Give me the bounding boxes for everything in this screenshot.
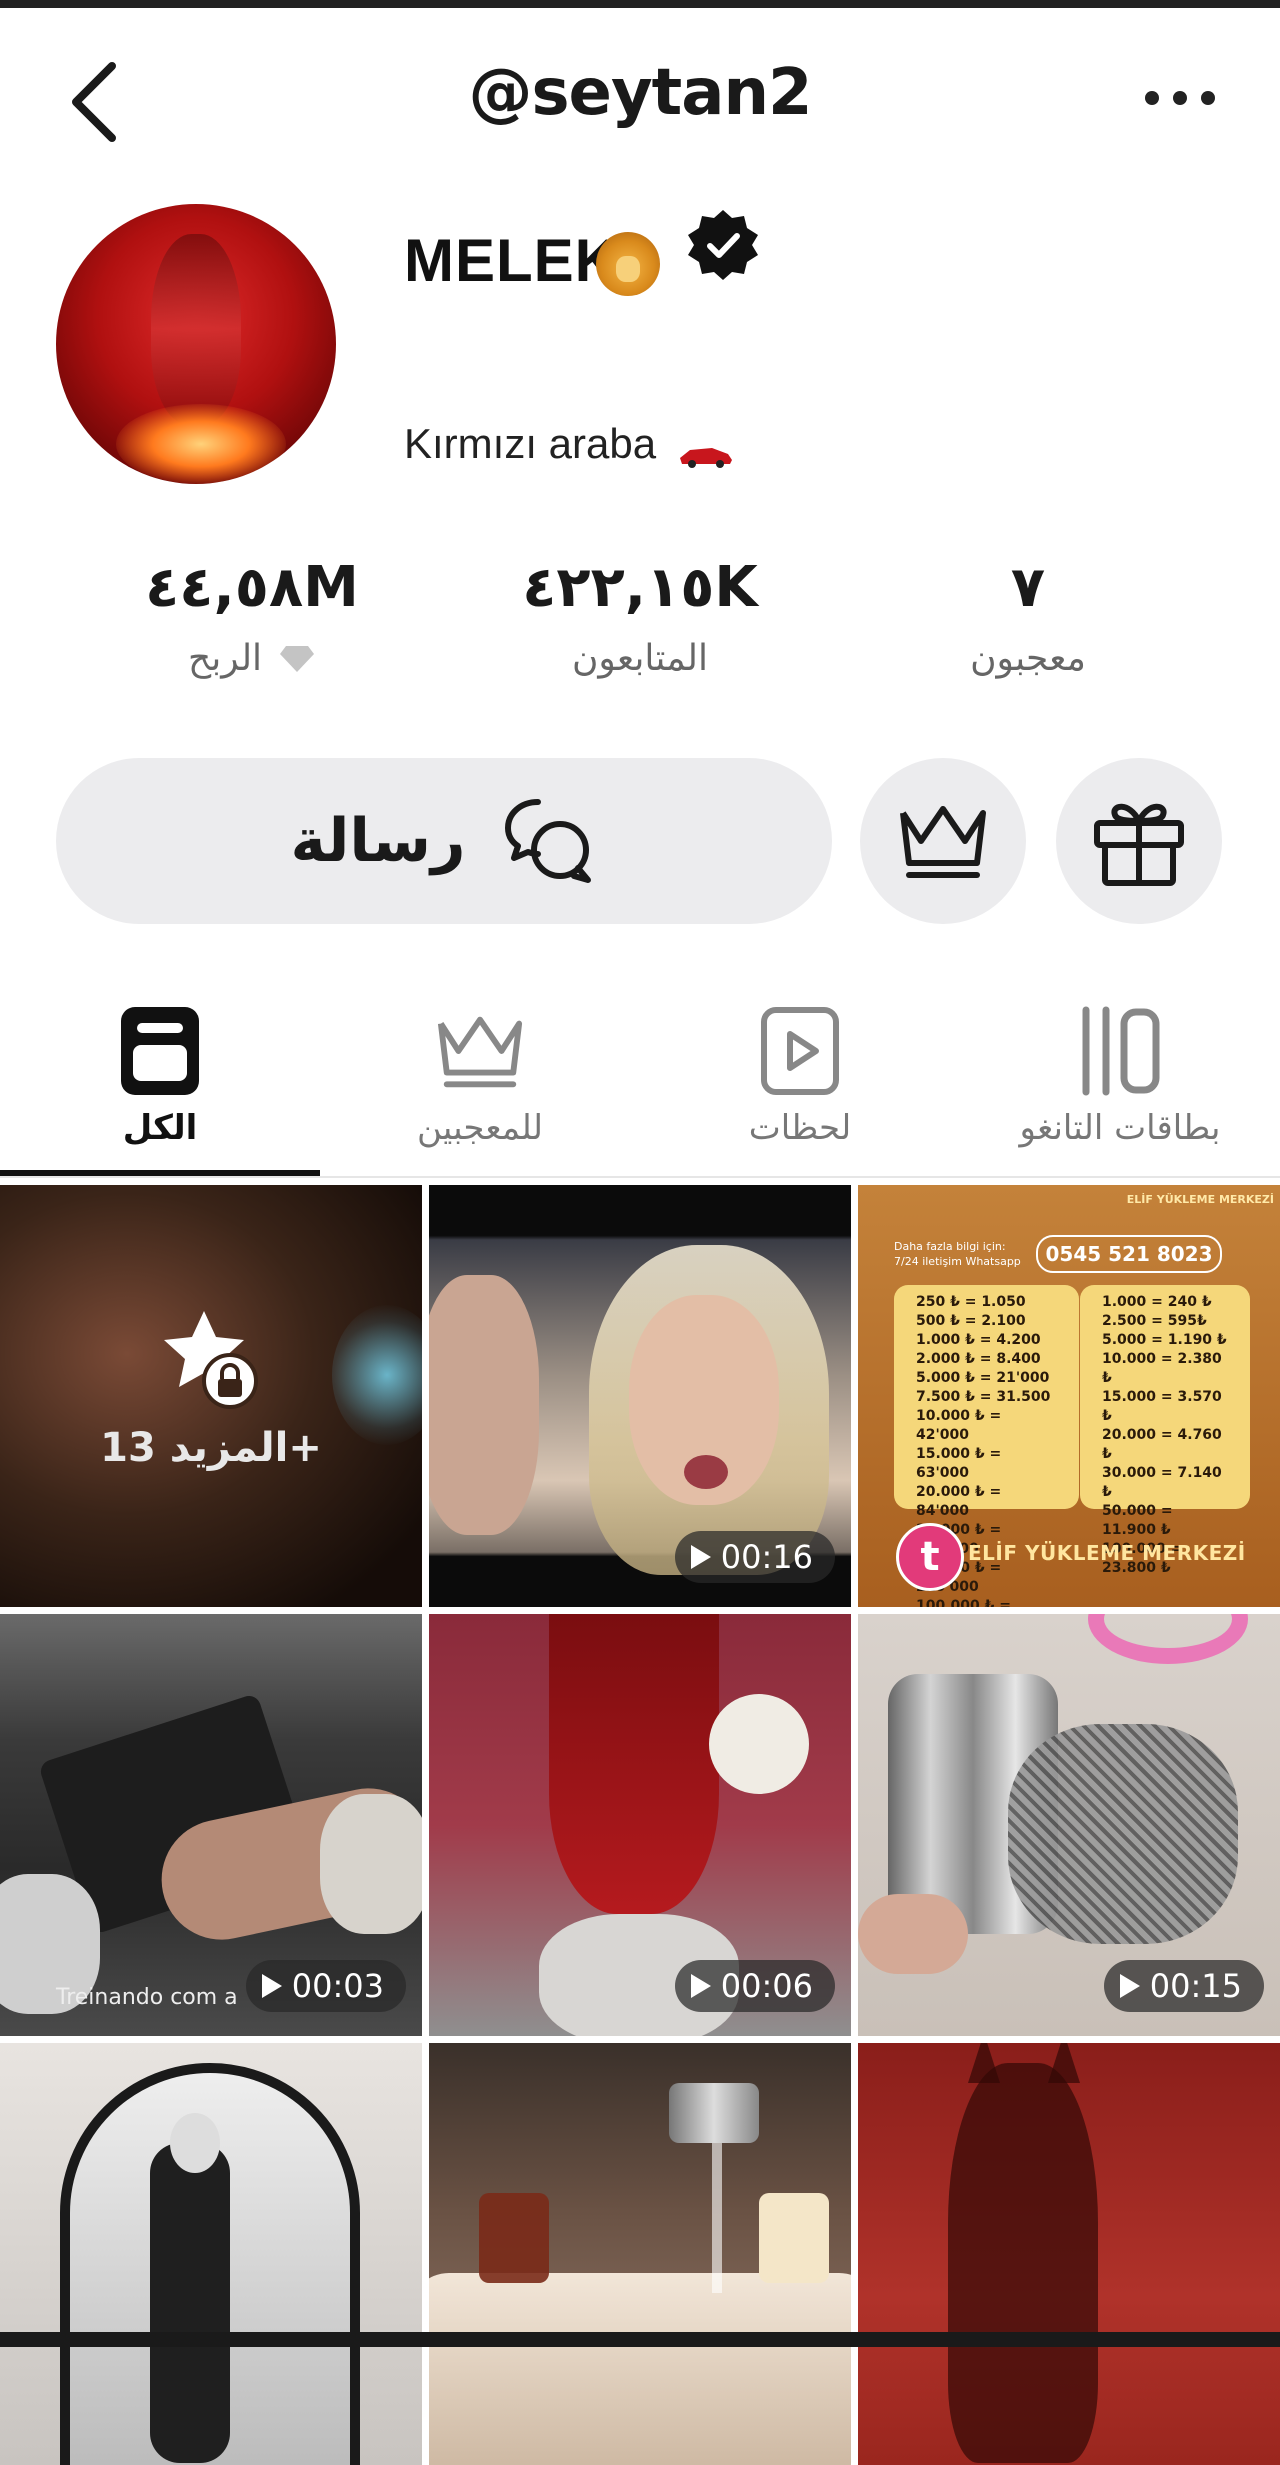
display-name: MELEK — [404, 227, 619, 294]
ad-row: 7.500 ₺ = 31.500 — [916, 1389, 1051, 1405]
grid-item-locked[interactable]: المزيد 13+ — [0, 1185, 422, 1607]
play-icon — [690, 1974, 711, 1998]
ad-row: 250 ₺ = 1.050 — [916, 1294, 1026, 1310]
grid-item-image[interactable] — [0, 2043, 422, 2465]
video-caption: Treinando com a — [56, 1985, 238, 2010]
ellipsis-horizontal-icon — [1145, 91, 1159, 105]
ad-row: 15.000 ₺ = 63'000 — [916, 1446, 1002, 1481]
bottom-edge — [0, 2332, 1280, 2347]
active-tab-indicator — [0, 1170, 320, 1176]
video-duration: 00:15 — [1149, 1967, 1242, 2005]
lion-emoji-icon — [596, 232, 660, 296]
profile-header: @seytan2 — [0, 8, 1280, 178]
ad-row: 5.000 ₺ = 21'000 — [916, 1370, 1050, 1386]
diamond-icon — [280, 645, 315, 672]
video-duration-badge: 00:16 — [674, 1531, 835, 1583]
fan-club-button[interactable] — [860, 758, 1026, 924]
play-icon — [1119, 1974, 1140, 1998]
grid-item-video[interactable]: Treinando com a 00:03 — [0, 1614, 422, 2036]
ad-row: 2.500 = 595₺ — [1102, 1313, 1207, 1329]
stat-fans-value: ٧ — [1010, 555, 1046, 620]
ad-row: 10.000 ₺ = 42'000 — [916, 1408, 1002, 1443]
stat-followers[interactable]: ٤٢٢,١٥K المتابعون — [480, 555, 800, 679]
ad-row: 2.000 ₺ = 8.400 — [916, 1351, 1041, 1367]
stat-fans[interactable]: ٧ معجبون — [868, 555, 1188, 679]
top-edge — [0, 0, 1280, 8]
stat-earnings[interactable]: ٤٤,٥٨M الربح — [92, 555, 412, 679]
gift-button[interactable] — [1056, 758, 1222, 924]
grid-item-image[interactable] — [429, 2043, 851, 2465]
ad-brand-text: ELİF YÜKLEME MERKEZİ — [968, 1541, 1246, 1565]
ad-row: 100.000 ₺ = 420'000 — [916, 1598, 1011, 1607]
crown-icon — [437, 1016, 523, 1088]
video-duration-badge: 00:03 — [245, 1960, 406, 2012]
play-square-icon — [761, 1007, 839, 1095]
profile-handle: @seytan2 — [468, 56, 812, 130]
ad-row: 30.000 = 7.140 ₺ — [1102, 1465, 1222, 1500]
gift-icon — [1094, 803, 1184, 886]
message-button[interactable]: رسالة — [56, 758, 832, 924]
ad-row: 1.000 = 240 ₺ — [1102, 1294, 1212, 1310]
tab-all-label: الكل — [122, 1108, 198, 1148]
tab-tango-cards[interactable]: بطاقات التانغو — [960, 990, 1280, 1176]
ad-header-text: ELİF YÜKLEME MERKEZİ — [1126, 1193, 1274, 1206]
tab-fans[interactable]: للمعجبين — [320, 990, 640, 1176]
ad-row: 1.000 ₺ = 4.200 — [916, 1332, 1041, 1348]
play-icon — [261, 1974, 282, 1998]
content-tabs: الكل للمعجبين لحظات بطاقات التانغو — [0, 990, 1280, 1178]
grid-item-video[interactable]: 00:15 — [858, 1614, 1280, 2036]
ad-info-line: Daha fazla bilgi için: — [894, 1240, 1006, 1253]
tab-tango-cards-label: بطاقات التانغو — [1019, 1108, 1221, 1148]
grid-item-ad-image[interactable]: ELİF YÜKLEME MERKEZİ Daha fazla bilgi iç… — [858, 1185, 1280, 1607]
stat-earnings-label: الربح — [187, 638, 263, 679]
play-icon — [690, 1545, 711, 1569]
chat-bubbles-icon — [504, 799, 591, 883]
ad-logo: t — [896, 1523, 964, 1591]
more-options-button[interactable] — [1130, 78, 1230, 118]
video-duration-badge: 00:15 — [1103, 1960, 1264, 2012]
ad-info-line: 7/24 iletişim Whatsapp — [894, 1255, 1021, 1268]
ad-row: 20.000 ₺ = 84'000 — [916, 1484, 1002, 1519]
message-button-label: رسالة — [290, 806, 466, 876]
star-lock-icon — [164, 1311, 258, 1409]
video-duration: 00:06 — [720, 1967, 813, 2005]
grid-item-video[interactable]: 00:06 — [429, 1614, 851, 2036]
tab-moments-label: لحظات — [748, 1108, 852, 1148]
grid-item-video[interactable]: 00:16 — [429, 1185, 851, 1607]
ad-row: 10.000 = 2.380 ₺ — [1102, 1351, 1222, 1386]
ad-row: 20.000 = 4.760 ₺ — [1102, 1427, 1222, 1462]
grid-item-image[interactable] — [858, 2043, 1280, 2465]
video-duration: 00:03 — [291, 1967, 384, 2005]
cards-icon — [1082, 1006, 1160, 1096]
ad-phone-number: 0545 521 8023 — [1036, 1235, 1222, 1273]
ad-row: 5.000 = 1.190 ₺ — [1102, 1332, 1227, 1348]
ad-price-table-left: 250 ₺ = 1.050 500 ₺ = 2.100 1.000 ₺ = 4.… — [894, 1285, 1079, 1607]
tab-fans-label: للمعجبين — [416, 1108, 544, 1148]
video-duration: 00:16 — [720, 1538, 813, 1576]
ad-price-table-right: 1.000 = 240 ₺ 2.500 = 595₺ 5.000 = 1.190… — [1080, 1285, 1250, 1576]
verified-badge-icon — [688, 210, 758, 280]
stat-followers-value: ٤٢٢,١٥K — [522, 555, 758, 620]
ad-row: 50.000 = 11.900 ₺ — [1102, 1503, 1173, 1538]
video-duration-badge: 00:06 — [674, 1960, 835, 2012]
tab-moments[interactable]: لحظات — [640, 990, 960, 1176]
all-posts-icon — [121, 1007, 199, 1095]
avatar[interactable] — [56, 204, 336, 484]
stat-followers-label: المتابعون — [571, 638, 709, 679]
stat-fans-label: معجبون — [970, 638, 1086, 679]
red-car-emoji-icon — [680, 448, 732, 468]
profile-bio: Kırmızı araba — [404, 420, 657, 467]
ad-row: 500 ₺ = 2.100 — [916, 1313, 1026, 1329]
crown-icon — [900, 806, 986, 878]
stat-earnings-value: ٤٤,٥٨M — [145, 555, 359, 620]
locked-more-label: المزيد 13+ — [100, 1425, 322, 1471]
tab-all[interactable]: الكل — [0, 990, 320, 1176]
ad-row: 15.000 = 3.570 ₺ — [1102, 1389, 1222, 1424]
